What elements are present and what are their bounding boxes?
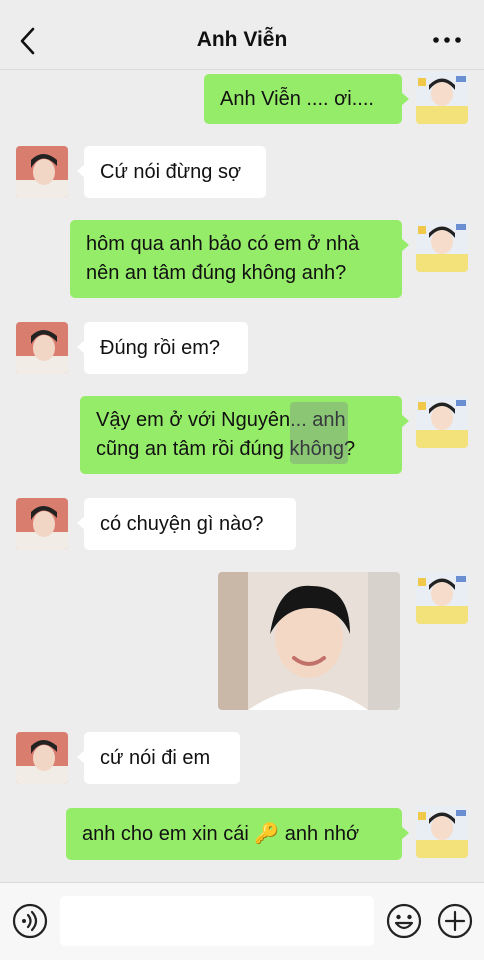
chat-header: Anh Viễn — [0, 0, 484, 70]
message-bubble-received[interactable]: có chuyện gì nào? — [77, 498, 296, 550]
message-bubble-sent[interactable]: anh cho em xin cái 🔑 anh nhớ — [66, 808, 409, 860]
message-text: có chuyện gì nào? — [100, 512, 264, 535]
bubble-tail — [401, 238, 409, 252]
message-bubble-received[interactable]: Cứ nói đừng sợ — [77, 146, 266, 198]
my-avatar[interactable] — [416, 72, 468, 124]
message-text: cứ nói đi em — [100, 746, 211, 769]
my-avatar[interactable] — [416, 220, 468, 272]
message-bubble-sent[interactable]: hôm qua anh bảo có em ở nhà nên an tâm đ… — [70, 220, 409, 298]
contact-avatar[interactable] — [16, 732, 68, 784]
voice-icon[interactable] — [12, 903, 48, 939]
message-list: Anh Viễn .... ơi.... Cứ nói đừng sợ hôm … — [0, 70, 484, 882]
my-avatar[interactable] — [416, 396, 468, 448]
message-text: Đúng rồi em? — [100, 336, 221, 359]
bubble-tail — [77, 516, 85, 530]
my-avatar[interactable] — [416, 572, 468, 624]
message-bubble-received[interactable]: Đúng rồi em? — [77, 322, 248, 374]
message-bubble-received[interactable]: cứ nói đi em — [77, 732, 240, 784]
input-bar — [0, 882, 484, 960]
message-text: Cứ nói đừng sợ — [100, 160, 242, 183]
bubble-tail — [77, 164, 85, 178]
bubble-tail — [77, 750, 85, 764]
plus-icon[interactable] — [437, 903, 473, 939]
watermark-overlay — [290, 402, 348, 464]
message-input[interactable] — [60, 896, 374, 946]
more-dots-icon[interactable] — [432, 30, 462, 50]
message-text: hôm qua anh bảo có em ở nhà nên an tâm đ… — [86, 233, 360, 284]
message-bubble-sent[interactable]: Vậy em ở với Nguyên... anh cũng an tâm r… — [80, 396, 409, 474]
chat-title: Anh Viễn — [196, 28, 288, 51]
my-avatar[interactable] — [416, 806, 468, 858]
emoji-icon[interactable] — [386, 903, 422, 939]
message-bubble-sent[interactable]: Anh Viễn .... ơi.... — [204, 74, 409, 124]
contact-avatar[interactable] — [16, 322, 68, 374]
bubble-tail — [401, 92, 409, 106]
contact-avatar[interactable] — [16, 146, 68, 198]
bubble-tail — [77, 340, 85, 354]
message-text: Anh Viễn .... ơi.... — [220, 87, 374, 110]
bubble-tail — [401, 414, 409, 428]
bubble-tail — [401, 826, 409, 840]
message-text: anh cho em xin cái 🔑 anh nhớ — [82, 822, 360, 845]
message-image[interactable] — [218, 572, 400, 710]
contact-avatar[interactable] — [16, 498, 68, 550]
